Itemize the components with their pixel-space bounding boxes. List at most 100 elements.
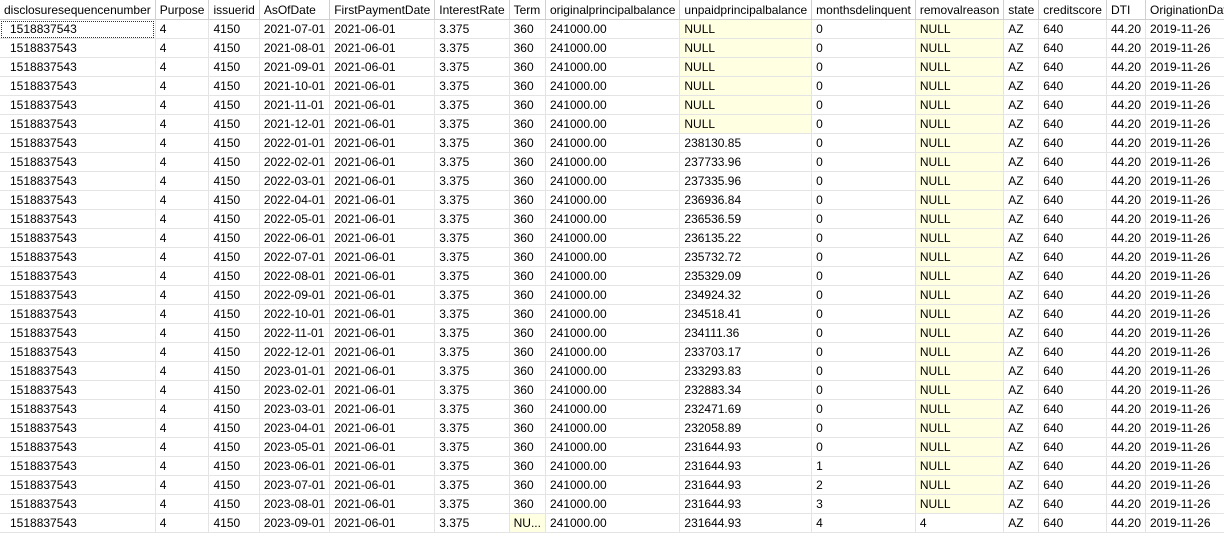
column-header-disclosuresequencenumber[interactable]: disclosuresequencenumber — [0, 0, 156, 20]
cell-monthsdelinquent[interactable]: 0 — [811, 304, 916, 324]
cell-unpaidprincipalbalance[interactable]: 234924.32 — [679, 285, 813, 305]
cell-term[interactable]: NU... — [509, 513, 546, 533]
cell-originationdate[interactable]: 2019-11-26 — [1145, 209, 1224, 229]
cell-originalprincipalbalance[interactable]: 241000.00 — [545, 513, 681, 533]
cell-purpose[interactable]: 4 — [155, 57, 210, 77]
table-row[interactable]: 1518837543 4 4150 2021-10-01 2021-06-01 3.375… — [0, 76, 1224, 96]
cell-creditscore[interactable]: 640 — [1038, 494, 1107, 514]
cell-originationdate[interactable]: 2019-11-26 — [1145, 95, 1224, 115]
cell-issuerid[interactable]: 4150 — [208, 323, 260, 343]
cell-creditscore[interactable]: 640 — [1038, 38, 1107, 58]
cell-monthsdelinquent[interactable]: 0 — [811, 95, 916, 115]
cell-disclosuresequencenumber[interactable]: 1518837543 — [0, 209, 156, 229]
cell-state[interactable]: AZ — [1003, 342, 1040, 362]
cell-creditscore[interactable]: 640 — [1038, 57, 1107, 77]
cell-interestrate[interactable]: 3.375 — [434, 285, 510, 305]
cell-originalprincipalbalance[interactable]: 241000.00 — [545, 266, 681, 286]
cell-originalprincipalbalance[interactable]: 241000.00 — [545, 494, 681, 514]
cell-state[interactable]: AZ — [1003, 323, 1040, 343]
cell-monthsdelinquent[interactable]: 0 — [811, 133, 916, 153]
cell-issuerid[interactable]: 4150 — [208, 152, 260, 172]
cell-monthsdelinquent[interactable]: 0 — [811, 19, 916, 39]
cell-firstpaymentdate[interactable]: 2021-06-01 — [329, 399, 436, 419]
cell-term[interactable]: 360 — [509, 209, 546, 229]
cell-term[interactable]: 360 — [509, 76, 546, 96]
cell-disclosuresequencenumber[interactable]: 1518837543 — [0, 513, 156, 533]
cell-disclosuresequencenumber[interactable]: 1518837543 — [0, 247, 156, 267]
cell-term[interactable]: 360 — [509, 133, 546, 153]
cell-monthsdelinquent[interactable]: 0 — [811, 190, 916, 210]
cell-dti[interactable]: 44.20 — [1106, 171, 1147, 191]
cell-originationdate[interactable]: 2019-11-26 — [1145, 418, 1224, 438]
cell-originationdate[interactable]: 2019-11-26 — [1145, 171, 1224, 191]
results-grid[interactable]: disclosuresequencenumber Purpose issuerid A… — [0, 0, 1224, 540]
cell-purpose[interactable]: 4 — [155, 133, 210, 153]
cell-purpose[interactable]: 4 — [155, 266, 210, 286]
cell-term[interactable]: 360 — [509, 418, 546, 438]
cell-asofdate[interactable]: 2023-08-01 — [259, 494, 331, 514]
cell-dti[interactable]: 44.20 — [1106, 456, 1147, 476]
cell-unpaidprincipalbalance[interactable]: 234518.41 — [679, 304, 813, 324]
column-header-originalprincipalbalance[interactable]: originalprincipalbalance — [545, 0, 681, 20]
cell-interestrate[interactable]: 3.375 — [434, 361, 510, 381]
table-row[interactable]: 1518837543 4 4150 2022-02-01 2021-06-01 3.375… — [0, 152, 1224, 172]
cell-disclosuresequencenumber[interactable]: 1518837543 — [0, 323, 156, 343]
cell-interestrate[interactable]: 3.375 — [434, 171, 510, 191]
cell-monthsdelinquent[interactable]: 0 — [811, 266, 916, 286]
cell-interestrate[interactable]: 3.375 — [434, 494, 510, 514]
table-row[interactable]: 1518837543 4 4150 2022-08-01 2021-06-01 3.375… — [0, 266, 1224, 286]
cell-unpaidprincipalbalance[interactable]: 232883.34 — [679, 380, 813, 400]
cell-disclosuresequencenumber[interactable]: 1518837543 — [0, 437, 156, 457]
cell-purpose[interactable]: 4 — [155, 76, 210, 96]
cell-issuerid[interactable]: 4150 — [208, 19, 260, 39]
cell-issuerid[interactable]: 4150 — [208, 133, 260, 153]
cell-monthsdelinquent[interactable]: 0 — [811, 152, 916, 172]
cell-term[interactable]: 360 — [509, 285, 546, 305]
cell-creditscore[interactable]: 640 — [1038, 133, 1107, 153]
cell-originationdate[interactable]: 2019-11-26 — [1145, 361, 1224, 381]
cell-state[interactable]: AZ — [1003, 19, 1040, 39]
cell-issuerid[interactable]: 4150 — [208, 171, 260, 191]
cell-issuerid[interactable]: 4150 — [208, 304, 260, 324]
cell-originationdate[interactable]: 2019-11-26 — [1145, 266, 1224, 286]
cell-creditscore[interactable]: 640 — [1038, 361, 1107, 381]
cell-disclosuresequencenumber[interactable]: 1518837543 — [0, 418, 156, 438]
cell-firstpaymentdate[interactable]: 2021-06-01 — [329, 323, 436, 343]
cell-issuerid[interactable]: 4150 — [208, 38, 260, 58]
cell-issuerid[interactable]: 4150 — [208, 342, 260, 362]
cell-originationdate[interactable]: 2019-11-26 — [1145, 513, 1224, 533]
cell-firstpaymentdate[interactable]: 2021-06-01 — [329, 114, 436, 134]
cell-originalprincipalbalance[interactable]: 241000.00 — [545, 475, 681, 495]
cell-asofdate[interactable]: 2021-12-01 — [259, 114, 331, 134]
cell-purpose[interactable]: 4 — [155, 95, 210, 115]
cell-asofdate[interactable]: 2022-10-01 — [259, 304, 331, 324]
cell-dti[interactable]: 44.20 — [1106, 513, 1147, 533]
cell-removalreason[interactable]: NULL — [915, 228, 1005, 248]
cell-originationdate[interactable]: 2019-11-26 — [1145, 285, 1224, 305]
cell-removalreason[interactable]: NULL — [915, 247, 1005, 267]
cell-purpose[interactable]: 4 — [155, 304, 210, 324]
cell-originalprincipalbalance[interactable]: 241000.00 — [545, 171, 681, 191]
cell-interestrate[interactable]: 3.375 — [434, 380, 510, 400]
cell-monthsdelinquent[interactable]: 2 — [811, 475, 916, 495]
cell-interestrate[interactable]: 3.375 — [434, 190, 510, 210]
cell-interestrate[interactable]: 3.375 — [434, 152, 510, 172]
cell-term[interactable]: 360 — [509, 437, 546, 457]
cell-creditscore[interactable]: 640 — [1038, 437, 1107, 457]
cell-dti[interactable]: 44.20 — [1106, 114, 1147, 134]
cell-removalreason[interactable]: NULL — [915, 304, 1005, 324]
cell-disclosuresequencenumber[interactable]: 1518837543 — [0, 266, 156, 286]
cell-state[interactable]: AZ — [1003, 304, 1040, 324]
cell-monthsdelinquent[interactable]: 1 — [811, 456, 916, 476]
cell-unpaidprincipalbalance[interactable]: 232058.89 — [679, 418, 813, 438]
cell-issuerid[interactable]: 4150 — [208, 209, 260, 229]
cell-interestrate[interactable]: 3.375 — [434, 266, 510, 286]
cell-originalprincipalbalance[interactable]: 241000.00 — [545, 304, 681, 324]
cell-originationdate[interactable]: 2019-11-26 — [1145, 323, 1224, 343]
cell-removalreason[interactable]: NULL — [915, 152, 1005, 172]
cell-creditscore[interactable]: 640 — [1038, 304, 1107, 324]
cell-originalprincipalbalance[interactable]: 241000.00 — [545, 437, 681, 457]
cell-removalreason[interactable]: NULL — [915, 57, 1005, 77]
cell-asofdate[interactable]: 2022-01-01 — [259, 133, 331, 153]
column-header-purpose[interactable]: Purpose — [155, 0, 210, 20]
